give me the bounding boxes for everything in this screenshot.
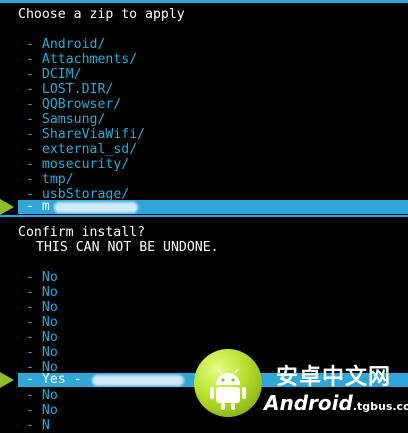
file-list-item[interactable]: - external_sd/ xyxy=(26,142,137,157)
confirm-option-no[interactable]: - N xyxy=(26,418,50,433)
watermark-cn-text: 安卓中文网 xyxy=(276,365,392,390)
confirm-option-no[interactable]: - No xyxy=(26,285,58,300)
file-list-item[interactable]: - QQBrowser/ xyxy=(26,97,121,112)
choose-zip-title: Choose a zip to apply xyxy=(18,7,185,22)
confirm-option-yes-label: - Yes - xyxy=(26,372,82,387)
confirm-warning: THIS CAN NOT BE UNDONE. xyxy=(36,240,219,255)
confirm-option-no[interactable]: - No xyxy=(26,345,58,360)
redacted-filename xyxy=(92,375,184,386)
android-robot-icon xyxy=(194,349,262,417)
file-list-item[interactable]: - mosecurity/ xyxy=(26,157,129,172)
file-list-item[interactable]: - LOST.DIR/ xyxy=(26,82,113,97)
watermark-brand-text: Android.tgbus.com xyxy=(264,391,408,415)
confirm-option-no[interactable]: - No xyxy=(26,315,58,330)
watermark-brand: Android xyxy=(264,391,353,415)
file-list-item[interactable]: - ShareViaWifi/ xyxy=(26,127,145,142)
confirm-option-no[interactable]: - No xyxy=(26,388,58,403)
section-divider xyxy=(0,215,408,217)
file-list-item[interactable]: - DCIM/ xyxy=(26,67,82,82)
selection-arrow-icon xyxy=(0,372,14,388)
confirm-option-no[interactable]: - No xyxy=(26,270,58,285)
file-list-item[interactable]: - Samsung/ xyxy=(26,112,105,127)
confirm-option-no[interactable]: - No xyxy=(26,403,58,418)
file-list-item[interactable]: - Android/ xyxy=(26,37,105,52)
confirm-option-no[interactable]: - No xyxy=(26,300,58,315)
watermark-logo: 安卓中文网 Android.tgbus.com xyxy=(194,349,408,421)
redacted-filename xyxy=(54,202,138,213)
top-divider xyxy=(0,0,408,3)
file-list-item[interactable]: - Attachments/ xyxy=(26,52,137,67)
selection-arrow-icon xyxy=(0,199,14,215)
selected-file-label: - m xyxy=(26,199,50,214)
confirm-install-title: Confirm install? xyxy=(18,225,146,240)
confirm-option-no[interactable]: - No xyxy=(26,330,58,345)
file-list-item[interactable]: - tmp/ xyxy=(26,172,74,187)
watermark-domain: .tgbus.com xyxy=(352,400,408,413)
